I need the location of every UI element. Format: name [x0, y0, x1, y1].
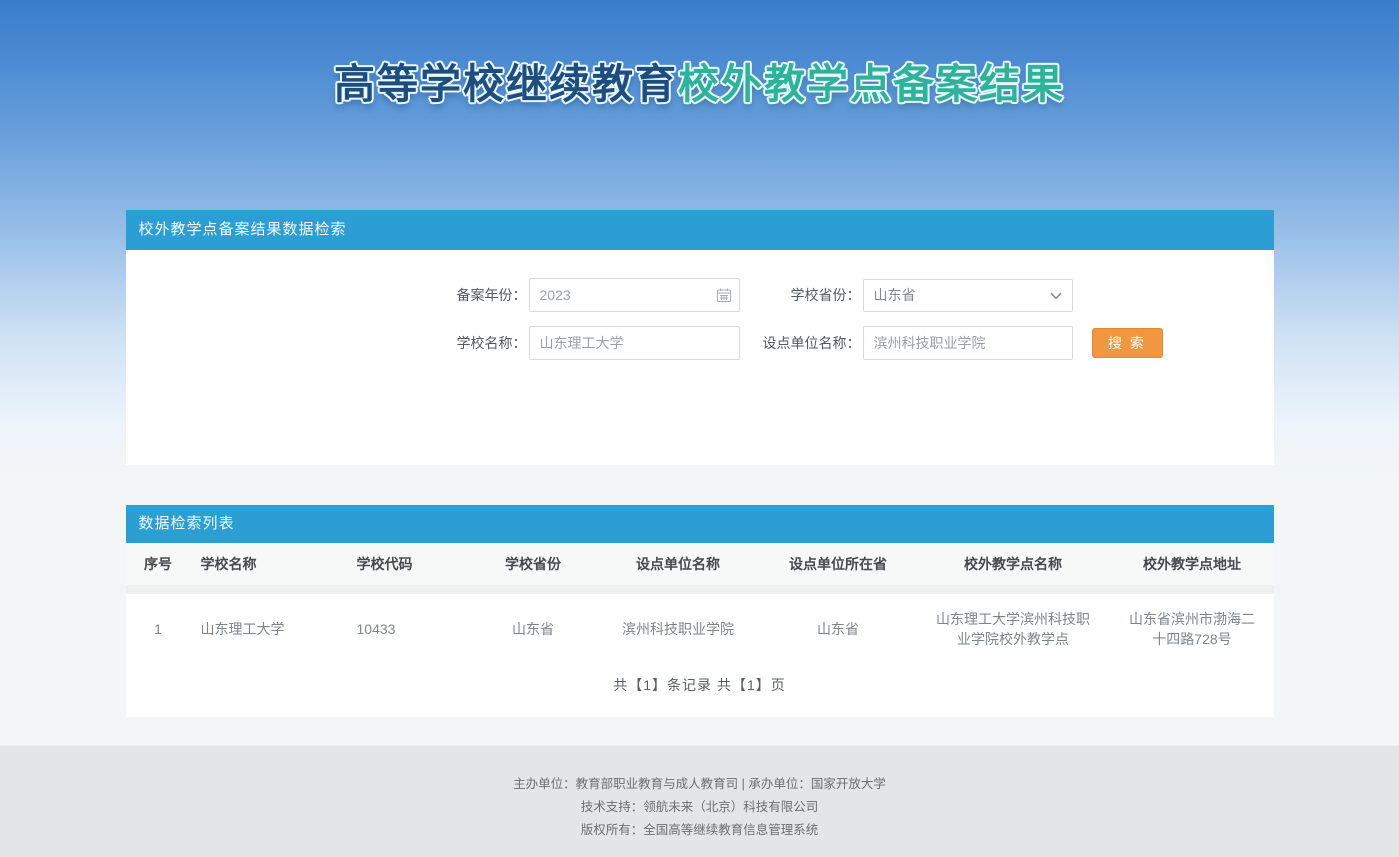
unit-field-label: 设点单位名称：: [740, 333, 861, 353]
footer-copyright-line: 版权所有：全国高等继续教育信息管理系统: [0, 819, 1399, 842]
cell-site-name: 山东理工大学滨州科技职业学院校外教学点: [916, 589, 1111, 665]
province-select-value: 山东省: [874, 285, 916, 305]
main-content: 校外教学点备案结果数据检索 备案年份：: [126, 0, 1274, 717]
year-field-label: 备案年份：: [427, 285, 527, 305]
search-form: 备案年份：: [126, 250, 1274, 465]
cell-school-name: 山东理工大学: [191, 589, 341, 665]
school-name-input[interactable]: [529, 326, 740, 360]
pagination-summary: 共【1】条记录 共【1】页: [126, 665, 1274, 717]
cell-school-code: 10433: [341, 589, 471, 665]
province-field-label: 学校省份：: [740, 285, 861, 305]
year-field-wrap: [529, 278, 740, 312]
school-field-label: 学校名称：: [427, 333, 527, 353]
result-panel: 数据检索列表 序号 学校名称 学校代码 学校省份 设点单位名称 设点单位所在省 …: [126, 505, 1274, 717]
search-panel: 校外教学点备案结果数据检索 备案年份：: [126, 210, 1274, 465]
chevron-down-icon: [1050, 287, 1062, 303]
col-header-index: 序号: [126, 543, 191, 589]
footer-organizer-line: 主办单位：教育部职业教育与成人教育司 | 承办单位：国家开放大学: [0, 773, 1399, 796]
unit-field-wrap: [863, 326, 1073, 360]
col-header-school-province: 学校省份: [471, 543, 596, 589]
year-input[interactable]: [529, 278, 740, 312]
search-form-row-1: 备案年份：: [427, 278, 1274, 312]
search-form-row-2: 学校名称： 设点单位名称： 搜 索: [427, 326, 1274, 360]
cell-unit-province: 山东省: [761, 589, 916, 665]
table-row: 1 山东理工大学 10433 山东省 滨州科技职业学院 山东省 山东理工大学滨州…: [126, 589, 1274, 665]
cell-unit-name: 滨州科技职业学院: [596, 589, 761, 665]
cell-index: 1: [126, 589, 191, 665]
search-panel-header: 校外教学点备案结果数据检索: [126, 210, 1274, 250]
result-panel-header: 数据检索列表: [126, 505, 1274, 543]
unit-name-input[interactable]: [863, 326, 1073, 360]
province-select[interactable]: 山东省: [863, 279, 1073, 312]
page-footer: 主办单位：教育部职业教育与成人教育司 | 承办单位：国家开放大学 技术支持：领航…: [0, 745, 1399, 857]
cell-school-province: 山东省: [471, 589, 596, 665]
col-header-unit-province: 设点单位所在省: [761, 543, 916, 589]
calendar-icon[interactable]: [716, 287, 732, 308]
col-header-school-name: 学校名称: [191, 543, 341, 589]
cell-site-address: 山东省滨州市渤海二十四路728号: [1111, 589, 1274, 665]
col-header-unit-name: 设点单位名称: [596, 543, 761, 589]
result-table: 序号 学校名称 学校代码 学校省份 设点单位名称 设点单位所在省 校外教学点名称…: [126, 543, 1274, 665]
table-header-row: 序号 学校名称 学校代码 学校省份 设点单位名称 设点单位所在省 校外教学点名称…: [126, 543, 1274, 589]
col-header-school-code: 学校代码: [341, 543, 471, 589]
col-header-site-name: 校外教学点名称: [916, 543, 1111, 589]
search-button[interactable]: 搜 索: [1092, 328, 1163, 358]
school-field-wrap: [529, 326, 740, 360]
footer-tech-support-line: 技术支持：领航未来（北京）科技有限公司: [0, 796, 1399, 819]
col-header-site-address: 校外教学点地址: [1111, 543, 1274, 589]
